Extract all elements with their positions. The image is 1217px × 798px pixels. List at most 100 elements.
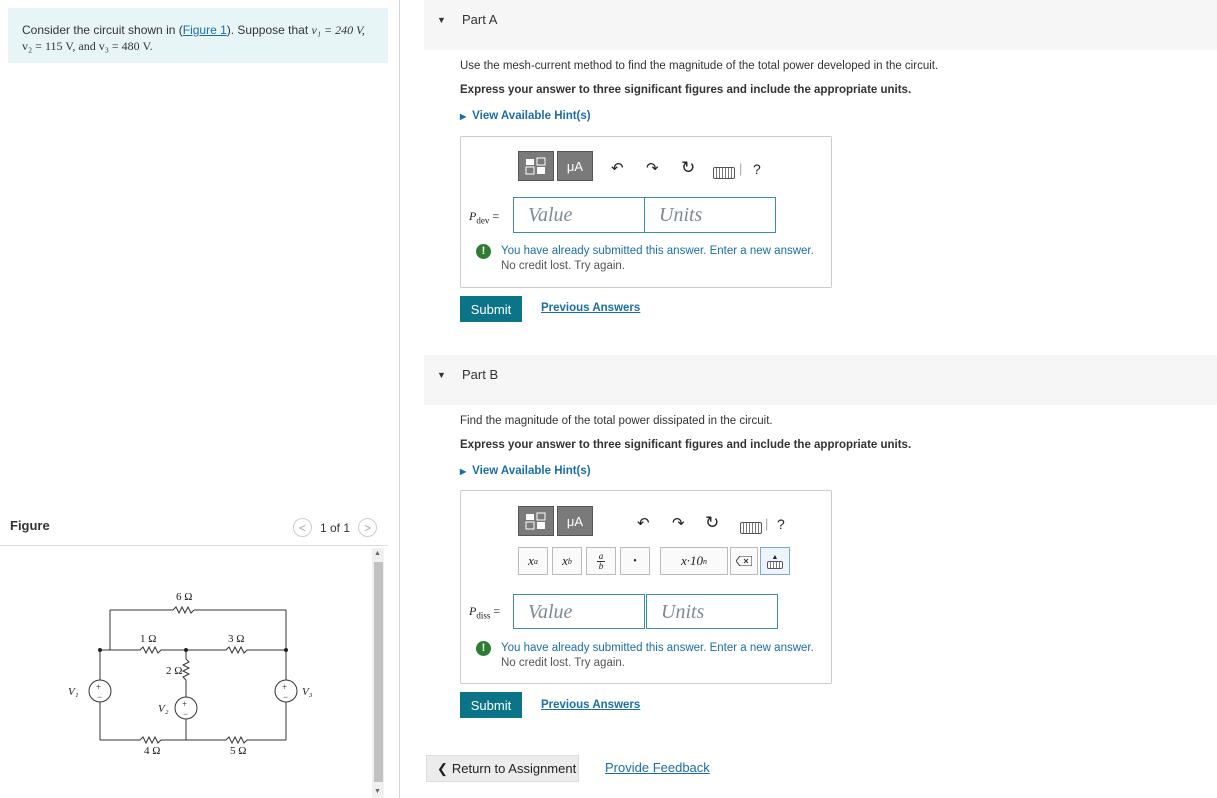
template-subscript-button[interactable]: xb [552, 547, 582, 575]
template-grid-icon [525, 512, 546, 530]
part-a-hint-link[interactable]: ▶ View Available Hint(s) [460, 110, 591, 122]
label-v2: V₂ [158, 703, 169, 715]
help-icon[interactable]: ? [777, 516, 785, 532]
label-6ohm: 6 Ω [176, 591, 192, 603]
delete-button[interactable] [730, 547, 758, 575]
part-a-title: Part A [462, 12, 498, 27]
backspace-icon [736, 556, 752, 566]
part-a-previous-answers-link[interactable]: Previous Answers [541, 302, 640, 314]
chevron-left-icon: < [298, 520, 306, 535]
exclamation-icon: ! [476, 244, 491, 259]
part-a-submit-button[interactable]: Submit [460, 296, 522, 322]
template-sci-notation-button[interactable]: x·10 n [660, 547, 728, 575]
warning-line-1: You have already submitted this answer. … [501, 245, 814, 257]
units-button[interactable]: μA [557, 506, 593, 536]
template-fraction-button[interactable]: ab [586, 547, 616, 575]
template-grid-icon [525, 157, 546, 175]
warning-line-2: No credit lost. Try again. [501, 657, 625, 669]
intro-text-2: ). Suppose that [226, 23, 312, 37]
return-to-assignment-button[interactable]: ❮ Return to Assignment [426, 755, 579, 782]
units-input[interactable]: Units [644, 197, 776, 233]
equals-sign: = [493, 604, 501, 618]
chevron-right-icon: > [364, 520, 372, 535]
template-row: xa xb ab • x·10 n ▲ [518, 547, 790, 577]
figure-link[interactable]: Figure 1 [183, 23, 227, 37]
part-b-toolbar-group: μA [518, 506, 593, 536]
part-b-question: Find the magnitude of the total power di… [460, 415, 773, 427]
part-b-answer-box: μA ↶ ↷ ↻ | ? xa xb ab • x·10 n ▲ Pdiss = … [460, 490, 832, 684]
value-input[interactable]: Value [513, 594, 645, 629]
figure-scrollbar[interactable]: ▲ ▼ [372, 548, 384, 798]
label-1ohm: 1 Ω [140, 633, 156, 645]
chevron-left-icon: ❮ [437, 760, 448, 776]
scrollbar-thumb[interactable] [374, 562, 383, 782]
part-b-instruction: Express your answer to three significant… [460, 439, 912, 451]
figure-next-button[interactable]: > [358, 518, 378, 537]
reset-icon[interactable]: ↻ [705, 513, 719, 533]
sci-sup: n [703, 556, 708, 566]
problem-intro: Consider the circuit shown in (Figure 1)… [8, 8, 388, 63]
part-a-hint-label: View Available Hint(s) [472, 110, 591, 122]
scroll-up-icon[interactable]: ▲ [374, 550, 381, 557]
caret-up-icon: ▲ [771, 552, 779, 561]
triangle-right-icon: ▶ [460, 467, 467, 476]
templates-button[interactable] [518, 151, 554, 181]
v1-plus-sign: + [96, 682, 101, 692]
keyboard-icon [767, 560, 783, 569]
part-a-question: Use the mesh-current method to find the … [460, 60, 939, 72]
part-b-hint-link[interactable]: ▶ View Available Hint(s) [460, 465, 591, 477]
template-power-button[interactable]: xa [518, 547, 548, 575]
p-dev-label: Pdev = [469, 209, 499, 225]
mu-a-label: μA [566, 158, 584, 174]
p-diss-label: Pdiss = [469, 604, 500, 620]
undo-icon[interactable]: ↶ [611, 159, 624, 177]
intro-text-line2: v₂ = 115 V, and v₃ = 480 V. [22, 39, 153, 53]
part-b-header[interactable]: ▼ Part B [424, 355, 1217, 405]
template-dot-button[interactable]: • [620, 547, 650, 575]
redo-icon[interactable]: ↷ [672, 514, 685, 532]
xa-sup: a [533, 556, 538, 566]
undo-icon[interactable]: ↶ [637, 514, 650, 532]
part-a-answer-box: μA ↶ ↷ ↻ | ? Pdev = Value Units ! You ha… [460, 136, 832, 288]
label-v3: V₃ [302, 686, 313, 698]
keyboard-icon[interactable] [740, 522, 762, 534]
part-a-header[interactable]: ▼ Part A [424, 0, 1217, 50]
units-button[interactable]: μA [557, 151, 593, 181]
left-pane: Consider the circuit shown in (Figure 1)… [0, 0, 400, 798]
intro-text-1: Consider the circuit shown in ( [22, 23, 183, 37]
v1-minus-sign: − [97, 692, 102, 702]
equals-sign: = [492, 209, 500, 223]
label-v1: V₁ [68, 686, 79, 698]
help-icon[interactable]: ? [753, 161, 761, 177]
figure-divider [0, 545, 388, 546]
keyboard-icon[interactable] [713, 167, 735, 179]
v2-plus-sign: + [182, 699, 187, 709]
figure-nav: < 1 of 1 > [293, 518, 378, 537]
figure-prev-button[interactable]: < [293, 518, 312, 537]
frac-bot: b [597, 560, 605, 571]
collapse-triangle-icon: ▼ [437, 15, 446, 25]
label-4ohm: 4 Ω [144, 745, 160, 757]
part-b-previous-answers-link[interactable]: Previous Answers [541, 699, 640, 711]
redo-icon[interactable]: ↷ [646, 159, 659, 177]
separator: | [739, 161, 743, 176]
part-a-toolbar-group: μA [518, 151, 593, 181]
label-3ohm: 3 Ω [228, 633, 244, 645]
return-label: Return to Assignment [451, 761, 577, 776]
separator: | [765, 516, 769, 531]
part-b-submit-button[interactable]: Submit [460, 692, 522, 718]
warning-line-2: No credit lost. Try again. [501, 260, 625, 272]
part-a-instruction: Express your answer to three significant… [460, 84, 912, 96]
reset-icon[interactable]: ↻ [681, 158, 695, 178]
provide-feedback-link[interactable]: Provide Feedback [605, 760, 710, 775]
keyboard-toggle-button[interactable]: ▲ [760, 547, 790, 575]
v2-minus-sign: − [183, 709, 188, 719]
units-input[interactable]: Units [646, 594, 778, 629]
value-input[interactable]: Value [513, 197, 645, 233]
label-2ohm: 2 Ω [166, 665, 182, 677]
triangle-right-icon: ▶ [460, 112, 467, 121]
templates-button[interactable] [518, 506, 554, 536]
scroll-down-icon[interactable]: ▼ [374, 788, 381, 795]
part-b-warning: ! You have already submitted this answer… [476, 641, 814, 671]
xb-sub: b [567, 556, 572, 566]
